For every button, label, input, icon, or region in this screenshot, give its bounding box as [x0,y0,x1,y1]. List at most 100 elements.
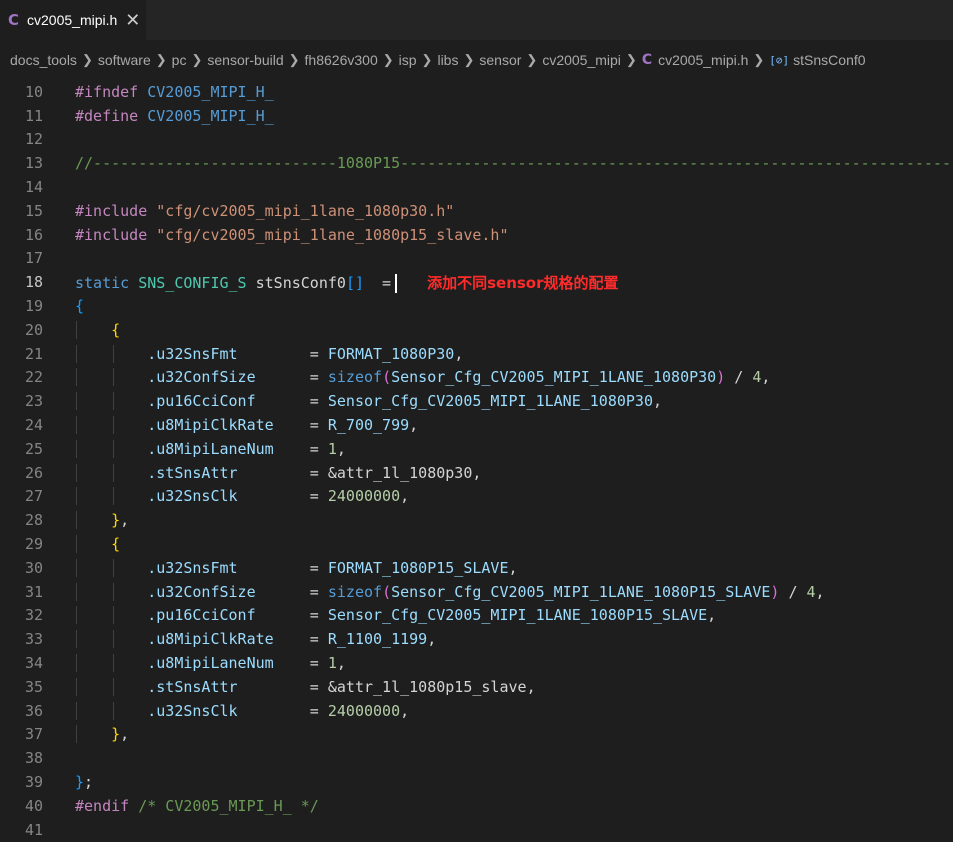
indent-guide [76,439,77,458]
line-number: 29 [24,535,43,554]
preprocessor-arg: "cfg/cv2005_mipi_1lane_1080p15_slave.h" [147,225,509,244]
line-number: 31 [24,582,43,601]
line-code: static SNS_CONFIG_S stSnsConf0[] = 添加不同se… [75,272,953,293]
code-line: 20 { [0,318,953,342]
breadcrumb-item[interactable]: cv2005_mipi [542,52,621,68]
field-value: R_700_799 [327,416,410,435]
sizeof-keyword: sizeof [327,582,383,601]
breadcrumb-file[interactable]: cv2005_mipi.h [658,52,748,68]
chevron-right-icon: ❯ [382,52,394,67]
punctuation: , [120,511,130,530]
tab-cv2005-mipi-h[interactable]: C cv2005_mipi.h ✕ [0,0,147,40]
indent-guide [113,606,114,625]
indent-guide [76,511,77,530]
code-line: 18 static SNS_CONFIG_S stSnsConf0[] = 添加不同… [0,270,953,294]
brace: { [111,535,121,554]
line-code: .u32SnsClk = 24000000, [75,487,953,506]
keyword-static: static [75,273,130,292]
indent-guide [113,654,114,673]
line-code: #include "cfg/cv2005_mipi_1lane_1080p30.… [75,202,953,220]
struct-field: .u32ConfSize [147,582,256,601]
punctuation: , [336,439,346,458]
paren: ) [716,368,726,387]
punctuation: , [472,463,482,482]
breadcrumb-item[interactable]: docs_tools [10,52,77,68]
comment: //---------------------------1080P15----… [75,154,951,173]
line-number: 13 [24,154,43,173]
indent-guide [113,439,114,458]
breadcrumb-item[interactable]: software [98,52,151,68]
breadcrumb-item[interactable]: pc [172,52,187,68]
indent-guide [76,416,77,435]
chevron-right-icon: ❯ [191,52,203,67]
c-file-icon: C [8,11,20,29]
breadcrumb-item[interactable]: fh8626v300 [305,52,378,68]
line-number: 14 [24,178,43,197]
field-value: &attr_1l_1080p15_slave [327,677,527,696]
breadcrumb-item[interactable]: libs [437,52,458,68]
line-number: 10 [24,82,43,101]
indent-guide [76,392,77,411]
assign-operator: = [273,654,328,673]
punctuation: , [526,677,536,696]
brace: } [111,511,121,530]
code-line: 39}; [0,770,953,794]
chevron-right-icon: ❯ [463,52,475,67]
breadcrumb-item[interactable]: isp [399,52,417,68]
assign-operator: = [237,558,328,577]
line-number: 26 [24,463,43,482]
chevron-right-icon: ❯ [526,52,538,67]
symbol-variable-icon: [⊘] [769,53,790,67]
line-number: 37 [24,725,43,744]
operator: / [725,368,753,387]
field-value: Sensor_Cfg_CV2005_MIPI_1LANE_1080P15_SLA… [327,606,708,625]
line-code: .u8MipiClkRate = R_1100_1199, [75,630,953,649]
code-line: 23 .pu16CciConf = Sensor_Cfg_CV2005_MIPI… [0,389,953,413]
preprocessor-directive: #ifndef [75,82,139,101]
number: 4 [806,582,816,601]
struct-field: .stSnsAttr [147,677,238,696]
punctuation: , [707,606,717,625]
struct-field: .u8MipiClkRate [147,630,274,649]
breadcrumb-symbol[interactable]: stSnsConf0 [793,52,865,68]
line-code: .u32SnsFmt = FORMAT_1080P15_SLAVE, [75,558,953,577]
field-value: 1 [327,439,337,458]
code-line: 32 .pu16CciConf = Sensor_Cfg_CV2005_MIPI… [0,604,953,628]
close-icon[interactable]: ✕ [125,10,140,31]
field-value: 24000000 [327,487,401,506]
line-number: 30 [24,558,43,577]
line-number: 17 [24,249,43,268]
line-number: 27 [24,487,43,506]
assign-operator: = [255,368,328,387]
assign-operator: = [273,416,328,435]
line-code: { [75,320,953,339]
code-line: 21 .u32SnsFmt = FORMAT_1080P30, [0,342,953,366]
line-number: 38 [24,749,43,768]
code-line: 28 }, [0,508,953,532]
indent-guide [76,725,77,744]
indent-guide [76,558,77,577]
struct-field: .u32SnsClk [147,701,238,720]
breadcrumb-item[interactable]: sensor-build [207,52,283,68]
text-cursor [395,273,398,293]
line-code: .u8MipiLaneNum = 1, [75,439,953,458]
field-value: &attr_1l_1080p30 [327,463,473,482]
code-line: 34 .u8MipiLaneNum = 1, [0,651,953,675]
line-code: .u32SnsClk = 24000000, [75,701,953,720]
code-editor[interactable]: 10 #ifndef CV2005_MIPI_H_ 11 #define CV2005… [0,80,953,842]
code-line: 13 //---------------------------1080P15--… [0,151,953,175]
c-file-icon: C [641,52,653,68]
struct-field: .pu16CciConf [147,392,256,411]
breadcrumb: docs_tools ❯ software ❯ pc ❯ sensor-build ❯ fh86… [0,40,953,80]
line-code: #include "cfg/cv2005_mipi_1lane_1080p15_… [75,226,953,244]
line-code: .u32ConfSize = sizeof(Sensor_Cfg_CV2005_… [75,368,953,387]
line-number: 22 [24,368,43,387]
code-line: 12 [0,128,953,152]
annotation-note: 添加不同sensor规格的配置 [427,273,619,292]
code-line: 31 .u32ConfSize = sizeof(Sensor_Cfg_CV20… [0,580,953,604]
indent-guide [76,535,77,554]
breadcrumb-item[interactable]: sensor [479,52,521,68]
code-line: 11 #define CV2005_MIPI_H_ [0,104,953,128]
struct-field: .u32ConfSize [147,368,256,387]
struct-field: .u32SnsFmt [147,344,238,363]
